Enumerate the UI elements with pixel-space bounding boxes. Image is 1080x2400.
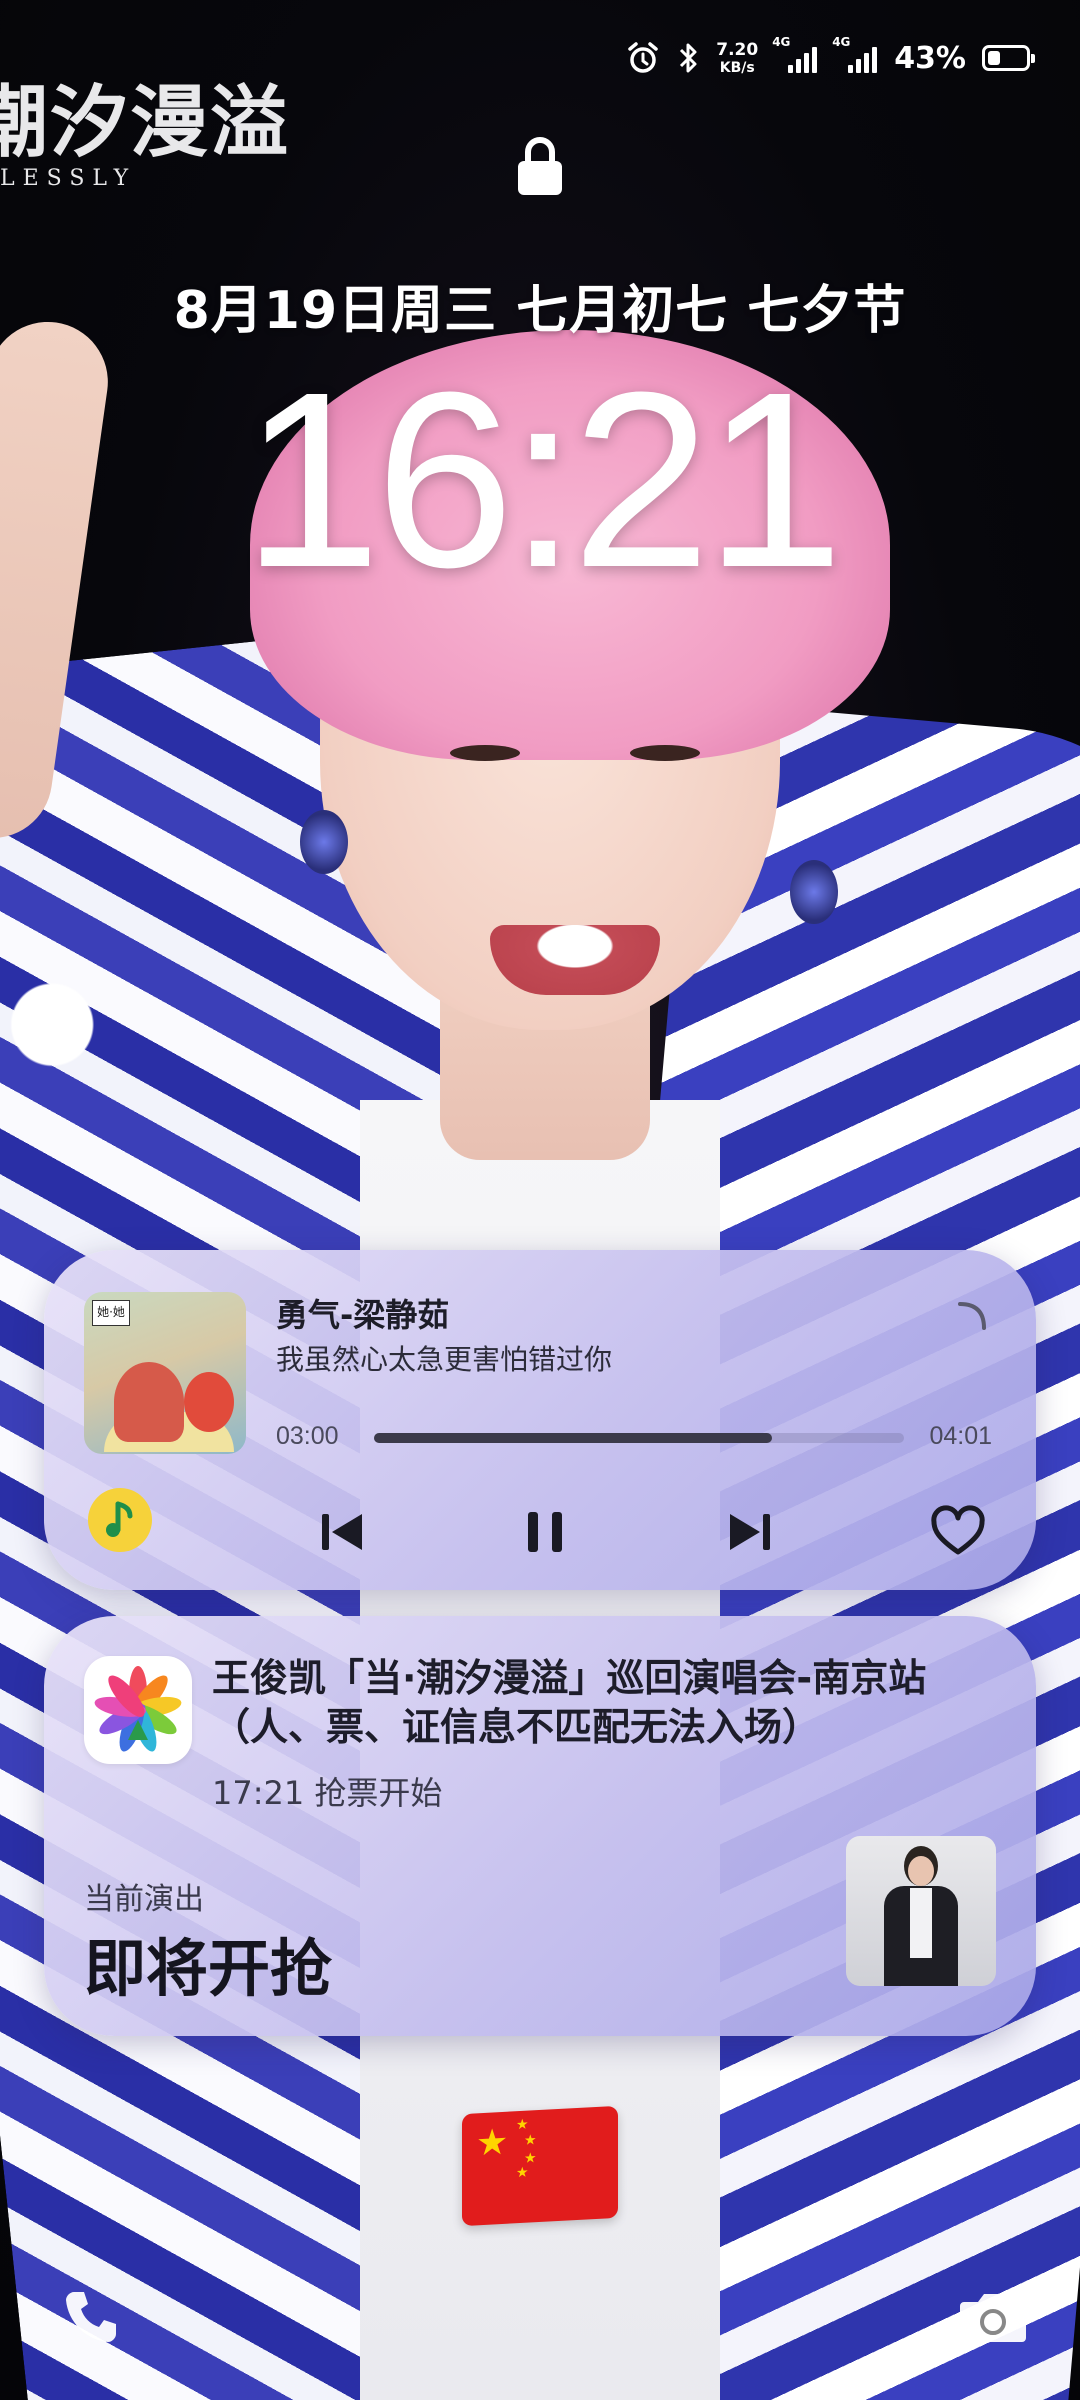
wallpaper-earring-left [300,810,348,874]
music-player-card[interactable]: 她·她 勇气-梁静茹 我虽然心太急更害怕错过你 03:00 04:01 [44,1250,1036,1590]
sim2-signal-icon: 4G [832,35,878,73]
favorite-button[interactable] [926,1500,990,1564]
battery-percentage: 43% [894,40,966,76]
progress-fill [374,1433,772,1443]
current-show-label: 当前演出 [84,1882,204,1917]
wallpaper-eye-right [630,745,700,761]
next-icon [730,1514,770,1550]
status-bar: 7.20 KB/s 4G 4G 43% [626,30,1035,86]
sim1-network-type: 4G [772,35,791,49]
progress-bar[interactable] [374,1433,904,1443]
wallpaper-eye-left [450,745,520,761]
pause-icon [528,1512,562,1552]
network-speed: 7.20 KB/s [716,39,759,76]
song-lyric: 我虽然心太急更害怕错过你 [276,1343,613,1376]
ticket-event-card[interactable]: 王俊凯「当·潮汐漫溢」巡回演唱会-南京站（人、票、证信息不匹配无法入场） 17:… [44,1616,1036,2036]
network-speed-value: 7.20 [716,39,759,60]
battery-fill [988,51,1001,65]
battery-icon [982,45,1035,71]
sim1-signal-icon: 4G [772,35,818,73]
bluetooth-icon [676,40,700,76]
artist-thumbnail[interactable] [846,1836,996,1986]
wallpaper-logo-text: 潮汐漫溢 [0,77,291,168]
alarm-icon [626,41,660,75]
network-speed-unit: KB/s [719,59,755,76]
wallpaper-mouth [490,925,660,995]
album-art-tag: 她·她 [92,1300,130,1326]
time-total: 04:01 [929,1422,992,1450]
time-elapsed: 03:00 [276,1422,339,1450]
expand-corner-icon[interactable] [956,1298,990,1332]
camera-icon [960,2294,1026,2342]
ticket-app-icon[interactable] [84,1656,192,1764]
event-sale-time: 17:21 抢票开始 [212,1774,443,1812]
flower-logo-icon [94,1666,182,1752]
phone-shortcut-button[interactable] [56,2282,126,2352]
wallpaper-logo: 潮汐漫溢 LESSLY [0,60,290,191]
wallpaper-earring-right [790,860,838,924]
china-flag-icon: ★ ★ ★ ★ ★ [462,2105,618,2227]
lockscreen-clock[interactable]: 16:21 [0,355,1080,605]
date-lunar-line: 8月19日周三 七月初七 七夕节 [173,281,907,341]
album-art[interactable]: 她·她 [84,1292,246,1454]
qq-music-icon[interactable] [88,1488,152,1552]
event-title: 王俊凯「当·潮汐漫溢」巡回演唱会-南京站（人、票、证信息不匹配无法入场） [212,1656,927,1750]
current-show-status: 即将开抢 [84,1932,333,2005]
song-title: 勇气-梁静茹 [276,1296,450,1334]
heart-icon [931,1505,985,1555]
phone-icon [66,2292,116,2342]
next-track-button[interactable] [718,1500,782,1564]
previous-icon [322,1514,362,1550]
pause-button[interactable] [514,1500,578,1564]
sim2-network-type: 4G [832,35,851,49]
lock-icon[interactable] [514,135,566,197]
previous-track-button[interactable] [310,1500,374,1564]
camera-shortcut-button[interactable] [956,2282,1030,2352]
